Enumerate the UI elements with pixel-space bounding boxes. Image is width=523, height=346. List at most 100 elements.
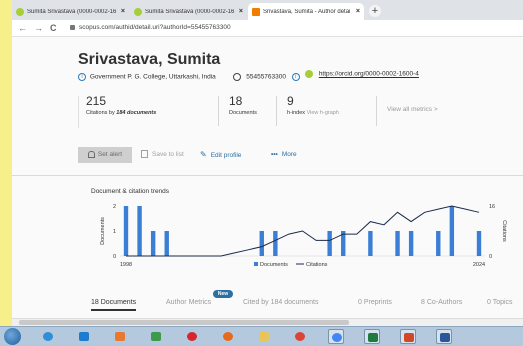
tab-label: Author Metrics: [166, 299, 212, 306]
info-icon: i: [78, 73, 86, 81]
tab-title: Srivastava, Sumita - Author detai: [263, 8, 351, 15]
documents-bar: [259, 231, 264, 256]
affiliation-line: i Government P. G. College, Uttarkashi, …: [78, 73, 302, 81]
address-bar: ← → C scopus.com/authid/detail.uri?autho…: [12, 20, 523, 37]
save-to-list-label: Save to list: [152, 151, 184, 158]
browser-tab-3[interactable]: Srivastava, Sumita - Author detai ×: [248, 3, 364, 20]
documents-bar: [164, 231, 169, 256]
tab-label: 0 Preprints: [358, 299, 392, 306]
scrollbar-thumb[interactable]: [19, 320, 349, 325]
tab-title: Sumita Srivastava (0000-0002-16: [27, 8, 117, 15]
documents-bar: [368, 231, 373, 256]
metrics-divider: [218, 96, 219, 126]
tab-label: 8 Co-Authors: [421, 299, 463, 306]
documents-bar: [137, 206, 142, 256]
active-tab-underline: [91, 309, 137, 311]
tab-author-metrics[interactable]: Author Metrics: [166, 299, 211, 306]
documents-bar: [408, 231, 414, 256]
lock-icon: [70, 24, 75, 30]
documents-bar: [327, 231, 332, 256]
left-tick-label: 2: [113, 204, 116, 210]
folder-icon[interactable]: [256, 329, 272, 344]
scopus-id: 55455763300: [246, 73, 286, 81]
citations-count: 215: [86, 94, 107, 108]
ie-icon[interactable]: [40, 329, 56, 344]
h-index-label: h-index View h-graph: [287, 110, 339, 116]
orcid-favicon-icon: [134, 7, 142, 16]
chrome-icon[interactable]: [292, 329, 308, 344]
metrics-divider: [376, 96, 377, 126]
powerpoint-icon[interactable]: [400, 329, 416, 344]
citations-metric[interactable]: 215 Citations by 184 documents: [86, 94, 156, 126]
url-field[interactable]: scopus.com/authid/detail.uri?authorId=55…: [70, 22, 520, 34]
ellipsis-icon: •••: [271, 151, 278, 158]
forward-button[interactable]: →: [34, 22, 43, 34]
author-profile-page: Srivastava, Sumita i Government P. G. Co…: [12, 37, 523, 318]
citations-documents-link[interactable]: 184 documents: [116, 110, 156, 116]
bookmark-icon: [141, 150, 148, 159]
x-end-label: 2024: [473, 262, 485, 268]
tab-close-icon[interactable]: ×: [121, 8, 125, 15]
url-text: scopus.com/authid/detail.uri?authorId=55…: [79, 24, 231, 31]
metrics-bar: 215 Citations by 184 documents 18 Docume…: [78, 94, 523, 130]
documents-bar: [476, 231, 482, 256]
metrics-divider: [78, 96, 79, 128]
documents-bar: [449, 206, 455, 256]
y-axis-label-citations: Citations: [501, 220, 507, 242]
h-index-metric: 9 h-index View h-graph: [287, 94, 339, 126]
tab-co-authors[interactable]: 8 Co-Authors: [421, 299, 462, 306]
left-tick-label: 0: [113, 254, 116, 260]
set-alert-button[interactable]: Set alert: [78, 147, 132, 163]
bell-icon: [87, 150, 95, 158]
more-button[interactable]: ••• More: [271, 147, 297, 163]
documents-metric[interactable]: 18 Documents: [229, 94, 257, 126]
reload-button[interactable]: C: [50, 22, 57, 34]
browser-tab-2[interactable]: Sumita Srivastava (0000-0002-16 ×: [130, 3, 247, 20]
trends-title: Document & citation trends: [91, 188, 170, 195]
firefox-icon[interactable]: [220, 329, 236, 344]
tab-cited-by[interactable]: Cited by 184 documents: [243, 299, 319, 306]
explorer-icon[interactable]: [76, 329, 92, 344]
documents-bar: [436, 231, 441, 256]
chrome-icon-2[interactable]: [328, 329, 344, 344]
tab-preprints[interactable]: 0 Preprints: [358, 299, 392, 306]
section-divider: [12, 175, 523, 176]
tab-label: 0 Topics: [487, 299, 513, 306]
save-to-list-button[interactable]: Save to list: [141, 147, 184, 163]
right-tick-label: 0: [489, 254, 492, 260]
browser-tab-1[interactable]: Sumita Srivastava (0000-0002-16 ×: [12, 3, 129, 20]
documents-bar: [395, 231, 400, 256]
info-icon[interactable]: i: [291, 73, 300, 81]
view-all-metrics-link[interactable]: View all metrics >: [387, 106, 438, 113]
excel-icon[interactable]: [364, 329, 380, 344]
orcid-link[interactable]: https://orcid.org/0000-0002-1600-4: [319, 71, 419, 78]
orcid-line: https://orcid.org/0000-0002-1600-4: [305, 70, 523, 82]
y-axis-label-documents: Documents: [100, 217, 106, 245]
edit-profile-label: Edit profile: [210, 152, 242, 159]
edit-profile-button[interactable]: ✎ Edit profile: [200, 147, 241, 164]
view-h-graph-link[interactable]: View h-graph: [307, 110, 339, 116]
new-tab-button[interactable]: +: [369, 5, 381, 17]
citations-label: Citations by 184 documents: [86, 110, 157, 116]
documents-count: 18: [229, 94, 243, 108]
tab-documents[interactable]: 18 Documents: [91, 299, 137, 311]
browser-tab-strip: Sumita Srivastava (0000-0002-16 × Sumita…: [12, 0, 523, 20]
orcid-favicon-icon: [16, 7, 24, 16]
scopus-id-icon: [233, 73, 242, 81]
word-icon[interactable]: [436, 329, 452, 344]
tab-close-icon[interactable]: ×: [239, 8, 243, 15]
tab-close-icon[interactable]: ×: [356, 8, 360, 15]
start-button-icon[interactable]: [4, 328, 21, 345]
tab-label: Cited by 184 documents: [243, 299, 319, 306]
windows-taskbar: [0, 326, 523, 346]
documents-bar: [273, 231, 278, 256]
new-badge: New: [213, 290, 233, 298]
photos-icon[interactable]: [148, 329, 164, 344]
tab-topics[interactable]: 0 Topics: [487, 299, 513, 306]
h-index-value: 9: [287, 94, 294, 108]
opera-icon[interactable]: [184, 329, 200, 344]
tab-label: 18 Documents: [91, 299, 137, 306]
media-icon[interactable]: [112, 329, 128, 344]
documents-bar: [123, 206, 129, 256]
back-button[interactable]: ←: [18, 22, 27, 34]
